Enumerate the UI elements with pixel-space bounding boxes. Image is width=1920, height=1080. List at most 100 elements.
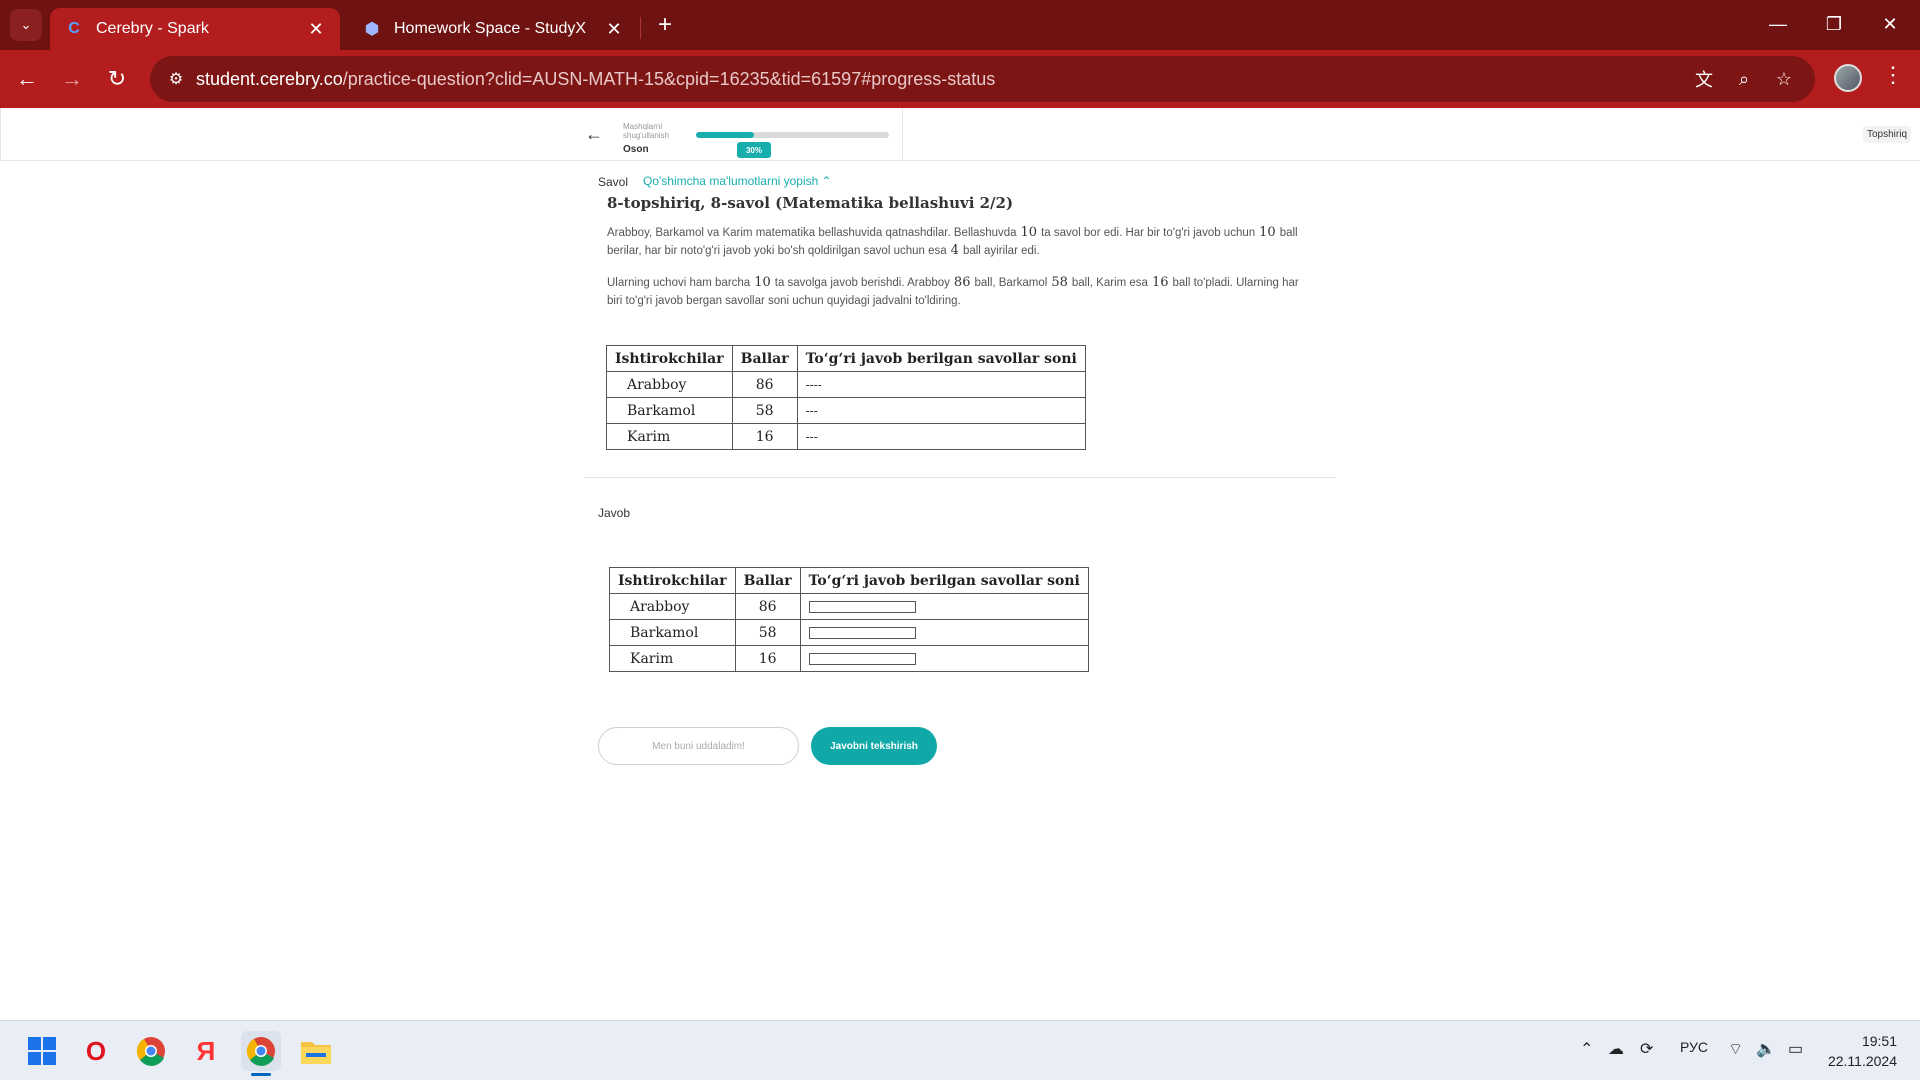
table-header-row: Ishtirokchilar Ballar To‘g‘ri javob beri…: [609, 567, 1089, 594]
reload-button[interactable]: ↻: [100, 62, 134, 96]
check-answer-button[interactable]: Javobni tekshirish: [811, 727, 937, 765]
close-icon[interactable]: ✕: [602, 19, 626, 40]
windows-start-icon[interactable]: [22, 1031, 62, 1071]
chevron-down-icon: ⌄: [20, 17, 32, 32]
number: 10: [1259, 225, 1276, 240]
url-host: student.cerebry.co: [196, 68, 343, 89]
language-indicator[interactable]: РУС: [1680, 1039, 1708, 1055]
question-table: Ishtirokchilar Ballar To‘g‘ri javob beri…: [606, 345, 1086, 450]
file-explorer-icon[interactable]: [296, 1031, 336, 1071]
tab-title: Homework Space - StudyX: [394, 20, 587, 37]
submit-top-button[interactable]: Topshiriq: [1863, 126, 1912, 143]
chrome-icon[interactable]: [131, 1031, 171, 1071]
profile-avatar[interactable]: [1834, 64, 1862, 92]
tab-cerebry[interactable]: C Cerebry - Spark ✕: [50, 8, 340, 50]
arrow-right-icon: →: [61, 66, 83, 91]
minimize-button[interactable]: —: [1758, 8, 1798, 40]
question-label: Savol: [598, 175, 629, 189]
level-caption: Mashqlarni shug'ullanish: [623, 122, 670, 140]
volume-muted-icon[interactable]: 🔈: [1756, 1039, 1776, 1059]
table-row: Barkamol 58: [609, 619, 1089, 646]
number: 4: [950, 243, 959, 258]
participant-answer: ---: [796, 397, 1086, 424]
text: ta savol bor edi. Har bir to'g'ri javob …: [1041, 227, 1256, 239]
level-label: Oson: [623, 144, 649, 155]
url-text[interactable]: student.cerebry.co/practice-question?cli…: [196, 69, 995, 90]
number: 58: [1051, 275, 1068, 290]
number: 86: [953, 275, 971, 290]
progress-badge: 30%: [737, 142, 771, 158]
text: ball, Barkamol: [974, 277, 1048, 289]
text: ball, Karim esa: [1071, 277, 1148, 289]
number: 10: [1020, 225, 1038, 240]
restore-icon: ❐: [1825, 13, 1843, 34]
text: ball ayirilar edi.: [962, 245, 1040, 257]
close-window-button[interactable]: ✕: [1870, 8, 1910, 40]
column-header: Ishtirokchilar: [606, 345, 733, 372]
bookmark-star-icon[interactable]: ☆: [1770, 66, 1798, 92]
forward-button[interactable]: →: [55, 62, 89, 96]
participant-name: Arabboy: [606, 371, 733, 398]
active-app-indicator: [251, 1073, 271, 1076]
participant-name: Karim: [609, 645, 736, 672]
participant-answer: ---: [796, 423, 1086, 450]
back-button[interactable]: ←: [10, 62, 44, 96]
yandex-icon[interactable]: Я: [186, 1031, 226, 1071]
url-path: /practice-question?clid=AUSN-MATH-15&cpi…: [342, 68, 996, 89]
participant-score: 16: [734, 645, 801, 672]
arrow-left-icon[interactable]: ←: [585, 124, 603, 145]
answer-input-barkamol[interactable]: [808, 626, 916, 639]
column-header: To‘g‘ri javob berilgan savollar soni: [799, 567, 1089, 594]
chevron-up-icon[interactable]: ⌃: [1580, 1039, 1593, 1059]
question-paragraph-1: Arabboy, Barkamol va Karim matematika be…: [607, 224, 1307, 260]
studyx-icon: ⬢: [365, 21, 379, 38]
tab-search-button[interactable]: ⌄: [10, 9, 42, 41]
close-icon[interactable]: ✕: [304, 19, 328, 40]
sync-icon[interactable]: ⟳: [1640, 1039, 1653, 1059]
question-title: 8-topshiriq, 8-savol (Matematika bellash…: [607, 194, 1014, 212]
table-row: Arabboy 86 ----: [606, 371, 1086, 398]
column-header: Ballar: [734, 567, 801, 594]
address-bar[interactable]: ⚙ student.cerebry.co/practice-question?c…: [150, 56, 1815, 102]
column-header: To‘g‘ri javob berilgan savollar soni: [796, 345, 1086, 372]
clock-date: 22.11.2024: [1827, 1053, 1897, 1069]
cloud-icon[interactable]: ☁: [1608, 1039, 1624, 1059]
toggle-extra-info-link[interactable]: Qo'shimcha ma'lumotlarni yopish ⌃: [643, 174, 832, 188]
tab-studyx[interactable]: ⬢ Homework Space - StudyX ✕: [348, 8, 638, 50]
number: 10: [754, 275, 771, 290]
answer-cell: [799, 645, 1089, 672]
answer-input-arabboy[interactable]: [808, 600, 916, 613]
text: ta savolga javob berishdi. Arabboy: [774, 277, 950, 289]
number: 16: [1151, 275, 1169, 290]
participant-score: 58: [731, 397, 798, 424]
participant-answer: ----: [796, 371, 1086, 398]
restore-button[interactable]: ❐: [1814, 8, 1854, 40]
done-button[interactable]: Men buni uddaladim!: [598, 727, 799, 765]
answer-table: Ishtirokchilar Ballar To‘g‘ri javob beri…: [609, 567, 1089, 672]
close-icon: ✕: [1882, 13, 1898, 34]
more-menu-icon[interactable]: ⋮: [1880, 62, 1906, 88]
system-clock[interactable]: 19:51 22.11.2024: [1822, 1031, 1897, 1071]
section-divider: [584, 477, 1336, 478]
progress-fill: [696, 132, 754, 138]
chrome-profile-icon[interactable]: [241, 1031, 281, 1071]
site-info-icon[interactable]: ⚙: [156, 69, 196, 89]
table-row: Arabboy 86: [609, 593, 1089, 620]
participant-score: 86: [731, 371, 798, 398]
arrow-left-icon: ←: [16, 66, 38, 91]
table-row: Karim 16 ---: [606, 423, 1086, 450]
minimize-icon: —: [1769, 13, 1787, 34]
column-header: Ballar: [731, 345, 798, 372]
reload-icon: ↻: [107, 66, 127, 91]
opera-icon[interactable]: O: [76, 1031, 116, 1071]
zoom-icon[interactable]: ⌕: [1730, 66, 1758, 92]
answer-label: Javob: [598, 506, 631, 520]
battery-icon[interactable]: ▭: [1788, 1039, 1803, 1059]
new-tab-button[interactable]: +: [650, 10, 680, 40]
wifi-icon[interactable]: ⌔: [1728, 1039, 1743, 1059]
translate-icon[interactable]: 文: [1690, 66, 1718, 92]
answer-input-karim[interactable]: [808, 652, 916, 665]
participant-name: Barkamol: [606, 397, 733, 424]
participant-name: Karim: [606, 423, 733, 450]
text: Arabboy, Barkamol va Karim matematika be…: [607, 227, 1017, 239]
